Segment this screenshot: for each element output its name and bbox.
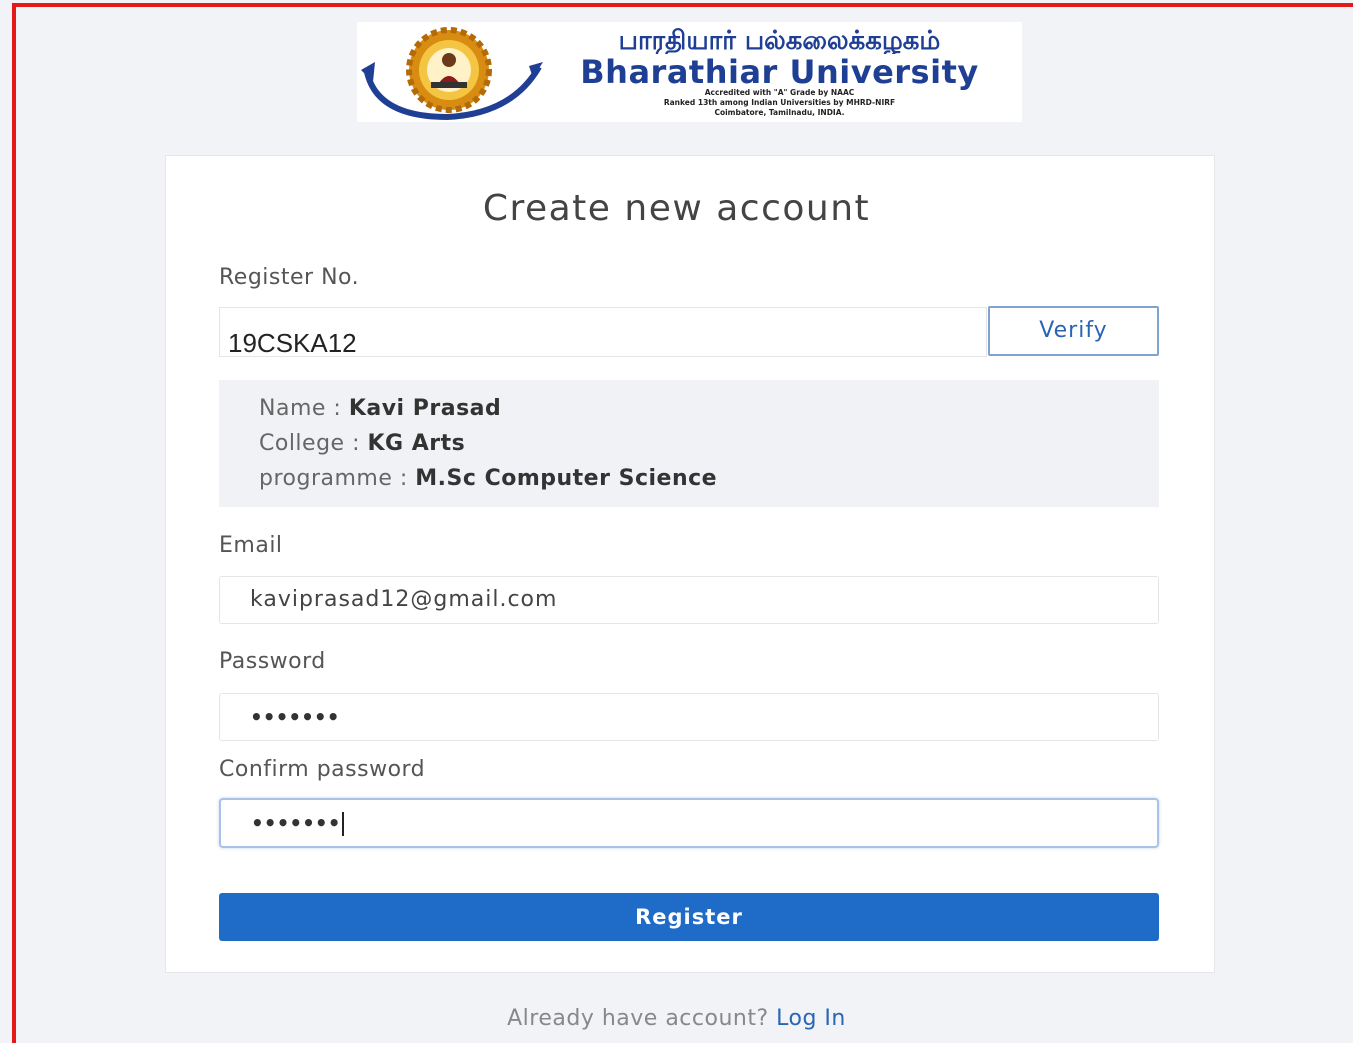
login-prompt: Already have account? Log In (0, 1006, 1353, 1031)
login-link[interactable]: Log In (776, 1006, 846, 1031)
student-name-value: Kavi Prasad (348, 396, 502, 421)
register-button[interactable]: Register (219, 893, 1159, 941)
verify-button[interactable]: Verify (988, 306, 1159, 356)
register-no-input[interactable]: 19CSKA12 (219, 307, 987, 358)
confirm-password-label: Confirm password (219, 757, 426, 782)
email-input[interactable]: kaviprasad12@gmail.com (219, 576, 1159, 624)
university-tamil-name: பாரதியார் பல்கலைக்கழகம் (618, 26, 941, 54)
student-programme-row: programme : M.Sc Computer Science (259, 466, 717, 491)
student-college-row: College : KG Arts (259, 431, 465, 456)
university-emblem-icon (361, 27, 543, 121)
accreditation-text: Accredited with "A" Grade by NAAC (704, 88, 855, 97)
confirm-password-input[interactable]: ••••••• (219, 798, 1159, 848)
password-label: Password (219, 649, 326, 674)
university-name: Bharathiar University (580, 53, 979, 91)
university-logo-banner: பாரதியார் பல்கலைக்கழகம் Bharathiar Unive… (357, 22, 1022, 122)
student-college-value: KG Arts (367, 431, 466, 456)
password-mask: ••••••• (250, 705, 340, 729)
student-name-row: Name : Kavi Prasad (259, 396, 501, 421)
student-details-panel: Name : Kavi Prasad College : KG Arts pro… (219, 380, 1159, 507)
student-college-label: College : (259, 431, 368, 456)
ranking-text: Ranked 13th among Indian Universities by… (663, 98, 896, 107)
student-programme-value: M.Sc Computer Science (415, 466, 718, 491)
page-title: Create new account (482, 188, 871, 229)
student-programme-label: programme : (259, 466, 416, 491)
student-name-label: Name : (259, 396, 349, 421)
login-prompt-text: Already have account? (507, 1006, 777, 1031)
password-input[interactable]: ••••••• (219, 693, 1159, 741)
confirm-password-mask: ••••••• (251, 811, 341, 835)
email-label: Email (219, 533, 283, 558)
text-cursor (342, 812, 345, 836)
register-no-label: Register No. (219, 265, 360, 290)
location-text: Coimbatore, Tamilnadu, INDIA. (714, 108, 845, 117)
